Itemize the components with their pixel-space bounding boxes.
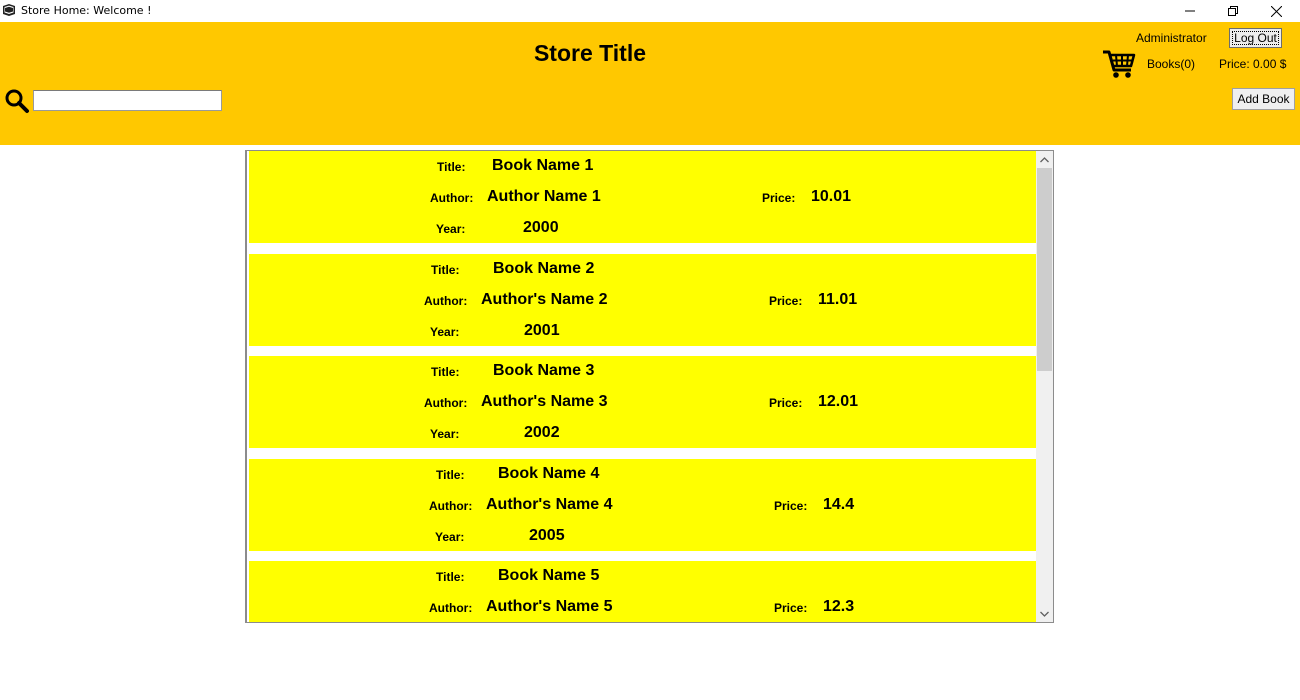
price-label: Price:: [762, 191, 796, 205]
title-label: Title:: [437, 160, 466, 174]
minimize-icon: [1185, 10, 1195, 12]
author-label: Author:: [429, 499, 473, 513]
shopping-cart-icon[interactable]: [1102, 48, 1136, 80]
title-label: Title:: [436, 570, 465, 584]
author-label: Author:: [424, 294, 468, 308]
book-author: Author Name 1: [487, 188, 601, 205]
book-author: Author's Name 4: [486, 496, 613, 513]
store-header: Store Title Administrator Log Out Books(…: [0, 22, 1300, 145]
book-price: 11.01: [818, 291, 858, 308]
chevron-down-icon: [1040, 611, 1049, 617]
book-row[interactable]: Title: Book Name 4 Author: Author's Name…: [249, 459, 1037, 551]
book-title: Book Name 3: [493, 362, 595, 379]
scroll-thumb[interactable]: [1037, 168, 1052, 371]
book-price: 10.01: [811, 188, 852, 205]
restore-button[interactable]: [1211, 0, 1255, 22]
price-label: Price:: [769, 294, 803, 308]
book-icon: [3, 4, 15, 16]
cart-total-price: Price: 0.00 $: [1219, 57, 1287, 71]
vertical-scrollbar[interactable]: [1036, 151, 1053, 622]
book-row[interactable]: Title: Book Name 3 Author: Author's Name…: [249, 356, 1037, 448]
window-title: Store Home: Welcome !: [21, 4, 152, 17]
scroll-down-button[interactable]: [1036, 605, 1053, 622]
book-price: 12.01: [818, 393, 859, 410]
minimize-button[interactable]: [1168, 0, 1212, 22]
author-label: Author:: [429, 601, 473, 615]
author-label: Author:: [424, 396, 468, 410]
book-list[interactable]: Title: Book Name 1 Author: Author Name 1…: [245, 150, 1054, 623]
book-row[interactable]: Title: Book Name 5 Author: Author's Name…: [249, 561, 1037, 622]
title-bar: Store Home: Welcome !: [0, 0, 1300, 22]
close-button[interactable]: [1254, 0, 1298, 22]
author-label: Author:: [430, 191, 474, 205]
book-title: Book Name 2: [493, 260, 595, 277]
book-title: Book Name 4: [498, 465, 600, 482]
book-title: Book Name 5: [498, 567, 600, 584]
book-title: Book Name 1: [492, 157, 594, 174]
year-label: Year:: [435, 530, 465, 544]
store-window: Store Home: Welcome ! Store Title Admini…: [0, 0, 1300, 700]
price-label: Price:: [774, 601, 808, 615]
book-price: 14.4: [823, 496, 855, 513]
title-label: Title:: [431, 263, 460, 277]
add-book-button[interactable]: Add Book: [1232, 88, 1295, 110]
restore-icon: [1228, 6, 1238, 16]
user-name: Administrator: [1136, 31, 1207, 45]
chevron-up-icon: [1040, 156, 1049, 162]
year-label: Year:: [436, 222, 466, 236]
year-label: Year:: [430, 325, 460, 339]
logout-button[interactable]: Log Out: [1229, 28, 1282, 48]
search-input[interactable]: [33, 90, 222, 111]
book-year: 2001: [524, 322, 560, 339]
book-row[interactable]: Title: Book Name 2 Author: Author's Name…: [249, 254, 1037, 346]
year-label: Year:: [430, 427, 460, 441]
store-title: Store Title: [533, 40, 647, 66]
book-year: 2002: [524, 424, 560, 441]
book-author: Author's Name 2: [481, 291, 608, 308]
title-label: Title:: [436, 468, 465, 482]
scroll-up-button[interactable]: [1036, 151, 1053, 168]
close-icon: [1270, 5, 1282, 17]
book-author: Author's Name 5: [486, 598, 613, 615]
price-label: Price:: [774, 499, 808, 513]
book-year: 2000: [523, 219, 559, 236]
book-row[interactable]: Title: Book Name 1 Author: Author Name 1…: [249, 151, 1037, 243]
book-price: 12.3: [823, 598, 855, 615]
title-label: Title:: [431, 365, 460, 379]
price-label: Price:: [769, 396, 803, 410]
book-year: 2005: [529, 527, 565, 544]
book-author: Author's Name 3: [481, 393, 608, 410]
search-icon[interactable]: [4, 88, 30, 114]
cart-books-count: Books(0): [1147, 57, 1196, 71]
